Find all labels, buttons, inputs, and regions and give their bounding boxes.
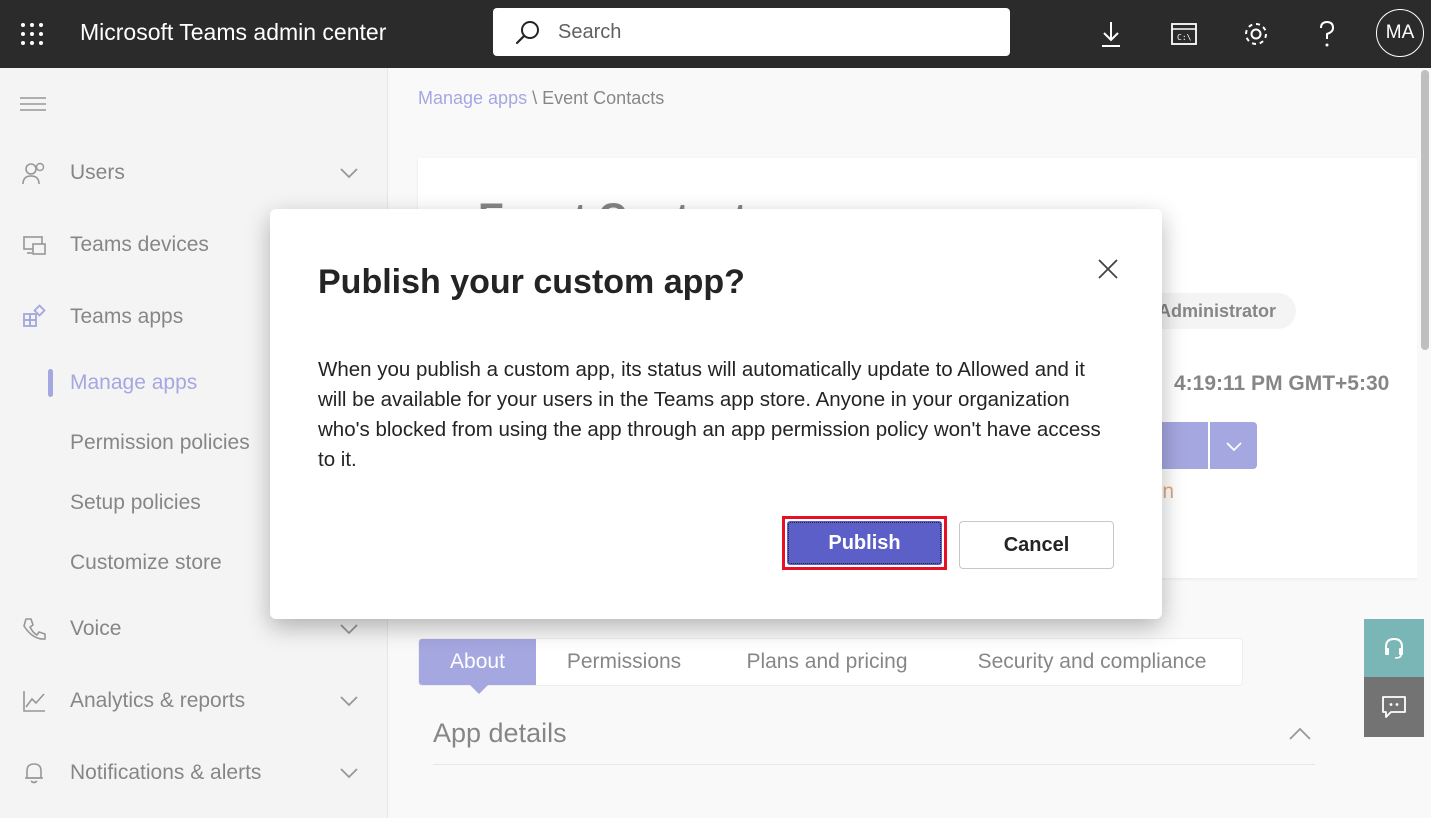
- top-bar: Microsoft Teams admin center Search C:\: [0, 0, 1431, 68]
- dialog-message: When you publish a custom app, its statu…: [318, 358, 1101, 471]
- cancel-button[interactable]: Cancel: [959, 521, 1114, 569]
- avatar[interactable]: MA: [1376, 9, 1424, 57]
- publish-dialog: Publish your custom app? When you publis…: [270, 209, 1162, 619]
- close-icon[interactable]: [1094, 255, 1122, 283]
- download-icon[interactable]: [1095, 18, 1127, 50]
- dialog-title: Publish your custom app?: [318, 263, 745, 301]
- powershell-icon[interactable]: C:\: [1168, 18, 1200, 50]
- gear-icon[interactable]: [1240, 18, 1272, 50]
- search-icon: [515, 21, 539, 45]
- search-placeholder: Search: [558, 21, 622, 43]
- app-title: Microsoft Teams admin center: [80, 19, 387, 45]
- publish-button[interactable]: Publish: [787, 521, 942, 565]
- search-input[interactable]: Search: [493, 8, 1010, 56]
- help-icon[interactable]: [1311, 18, 1343, 50]
- svg-text:C:\: C:\: [1177, 33, 1192, 42]
- app-launcher-icon[interactable]: [20, 22, 44, 46]
